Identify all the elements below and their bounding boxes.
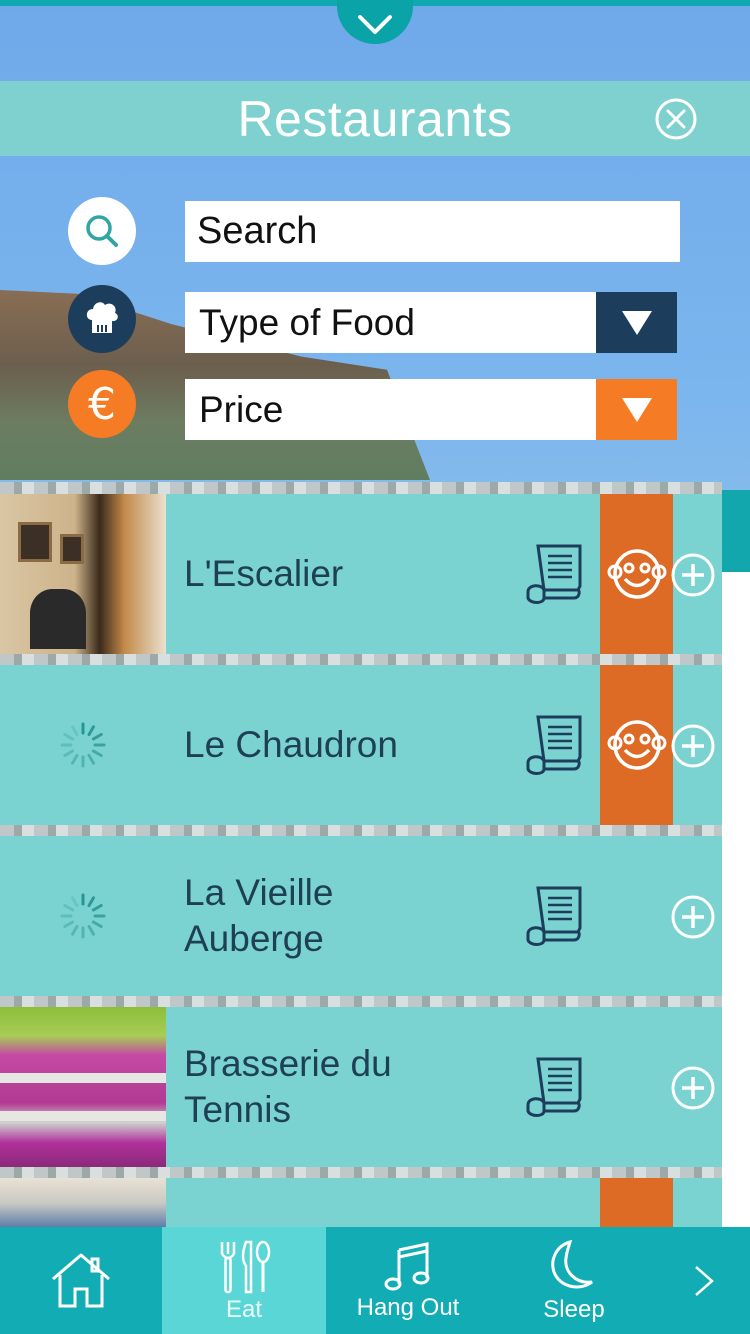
chef-hat-icon — [68, 285, 136, 353]
monkey-icon — [607, 549, 666, 599]
menu-scroll-icon[interactable] — [524, 1053, 588, 1119]
euro-icon: € — [68, 370, 136, 438]
tab-home[interactable] — [0, 1227, 162, 1334]
restaurant-name[interactable]: L'Escalier — [184, 494, 514, 654]
tab-next[interactable] — [658, 1227, 750, 1334]
tab-label: Sleep — [543, 1295, 605, 1323]
featured-badge — [600, 1178, 673, 1228]
dropdown-arrow-icon[interactable] — [596, 292, 677, 353]
list-item[interactable]: Brasserie du Tennis — [0, 1007, 722, 1167]
add-button[interactable] — [670, 1065, 716, 1111]
monkey-icon — [607, 720, 666, 770]
scrollbar-thumb[interactable] — [722, 490, 750, 572]
home-icon — [52, 1253, 110, 1307]
chevron-down-icon — [358, 15, 392, 34]
restaurant-photo — [0, 494, 166, 654]
moon-icon — [551, 1239, 593, 1288]
tab-eat[interactable]: Eat — [162, 1227, 326, 1334]
loading-spinner-icon — [0, 665, 166, 825]
menu-scroll-icon[interactable] — [524, 882, 588, 948]
add-button[interactable] — [670, 894, 716, 940]
price-select[interactable]: Price — [185, 379, 677, 440]
scrollbar-track[interactable] — [722, 572, 750, 1227]
search-field[interactable] — [185, 201, 680, 262]
featured-badge — [600, 665, 673, 825]
restaurant-name[interactable]: Le Chaudron — [184, 665, 514, 825]
tab-sleep[interactable]: Sleep — [490, 1227, 658, 1334]
add-button[interactable] — [670, 552, 716, 598]
food-type-value: Type of Food — [199, 301, 415, 343]
search-icon — [68, 197, 136, 265]
tab-hang-out[interactable]: Hang Out — [326, 1227, 490, 1334]
restaurant-name[interactable]: La Vieille Auberge — [184, 836, 514, 996]
restaurant-name[interactable]: Brasserie du Tennis — [184, 1007, 514, 1167]
loading-spinner-icon — [0, 836, 166, 996]
page-header: Restaurants — [0, 81, 750, 156]
divider — [0, 482, 722, 494]
search-input[interactable] — [185, 210, 680, 253]
list-item[interactable] — [0, 1178, 722, 1228]
restaurant-photo — [0, 1178, 166, 1228]
menu-scroll-icon[interactable] — [524, 540, 588, 606]
cutlery-icon — [220, 1240, 271, 1293]
bottom-tab-bar: Eat Hang Out Sleep — [0, 1227, 750, 1334]
close-icon[interactable] — [654, 97, 698, 141]
menu-scroll-icon[interactable] — [524, 711, 588, 777]
list-item[interactable]: Le Chaudron — [0, 665, 722, 825]
food-type-select[interactable]: Type of Food — [185, 292, 677, 353]
tab-label: Eat — [225, 1295, 263, 1323]
page-title: Restaurants — [237, 90, 513, 147]
chevron-right-icon — [695, 1265, 714, 1296]
list-item[interactable]: L'Escalier — [0, 494, 722, 654]
price-value: Price — [199, 388, 284, 430]
add-button[interactable] — [670, 723, 716, 769]
music-note-icon — [384, 1241, 430, 1290]
tab-label: Hang Out — [356, 1293, 460, 1321]
dropdown-arrow-icon[interactable] — [596, 379, 677, 440]
list-item[interactable]: La Vieille Auberge — [0, 836, 722, 996]
restaurant-photo — [0, 1007, 166, 1167]
featured-badge — [600, 494, 673, 654]
